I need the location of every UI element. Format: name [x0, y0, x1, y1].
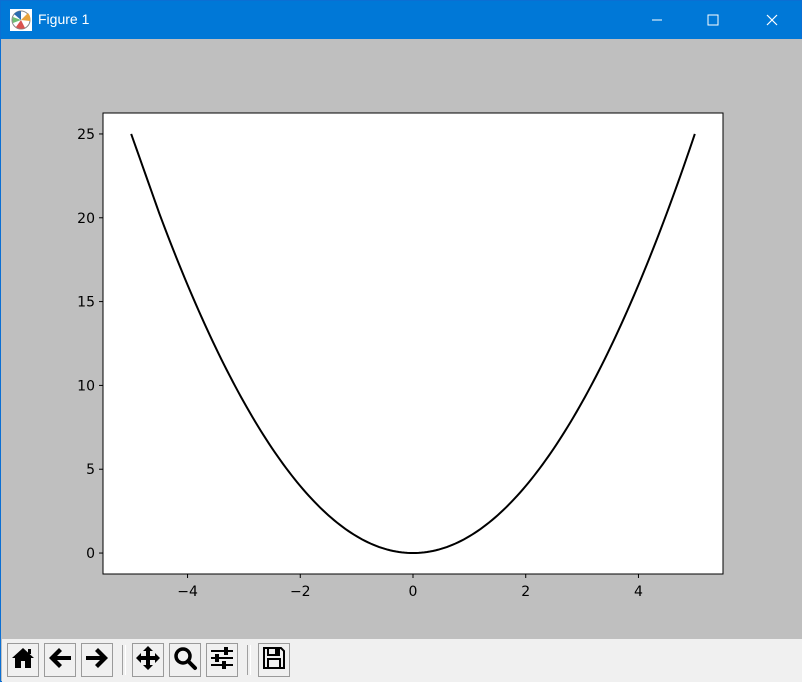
save-button[interactable] [258, 643, 290, 677]
x-tick-label: −4 [177, 584, 198, 600]
configure-subplots-button[interactable] [206, 643, 238, 677]
x-tick-label: 0 [409, 584, 418, 600]
home-button[interactable] [7, 643, 39, 677]
y-tick-label: 20 [77, 211, 95, 227]
y-tick-label: 5 [86, 462, 95, 478]
forward-button[interactable] [81, 643, 113, 677]
x-tick-label: 2 [521, 584, 530, 600]
magnifier-icon [172, 645, 198, 675]
title-bar[interactable]: Figure 1 [1, 1, 801, 39]
matplotlib-icon [10, 9, 32, 31]
window-title: Figure 1 [38, 11, 90, 27]
move-icon [135, 645, 161, 675]
close-icon [766, 14, 778, 26]
arrow-left-icon [47, 645, 73, 675]
sliders-icon [209, 645, 235, 675]
back-button[interactable] [44, 643, 76, 677]
close-button[interactable] [743, 1, 801, 39]
x-tick-label: −2 [290, 584, 311, 600]
y-tick-label: 0 [86, 546, 95, 562]
minimize-icon [651, 14, 663, 26]
x-tick-label: 4 [634, 584, 643, 600]
figure-window: Figure 1 −4 −2 0 2 4 0 5 10 15 20 25 [0, 0, 802, 682]
maximize-button[interactable] [684, 1, 742, 39]
pan-button[interactable] [132, 643, 164, 677]
y-tick-label: 15 [77, 295, 95, 311]
figure-canvas[interactable]: −4 −2 0 2 4 0 5 10 15 20 25 [2, 39, 802, 639]
toolbar-separator [122, 645, 126, 675]
home-icon [10, 645, 36, 675]
plot-area [102, 112, 724, 575]
floppy-disk-icon [261, 645, 287, 675]
y-tick-label: 25 [77, 127, 95, 143]
minimize-button[interactable] [628, 1, 686, 39]
navigation-toolbar [2, 639, 802, 682]
arrow-right-icon [84, 645, 110, 675]
zoom-button[interactable] [169, 643, 201, 677]
maximize-icon [707, 14, 719, 26]
y-tick-label: 10 [77, 378, 95, 394]
toolbar-separator [247, 645, 251, 675]
line-chart: −4 −2 0 2 4 0 5 10 15 20 25 [77, 112, 724, 600]
